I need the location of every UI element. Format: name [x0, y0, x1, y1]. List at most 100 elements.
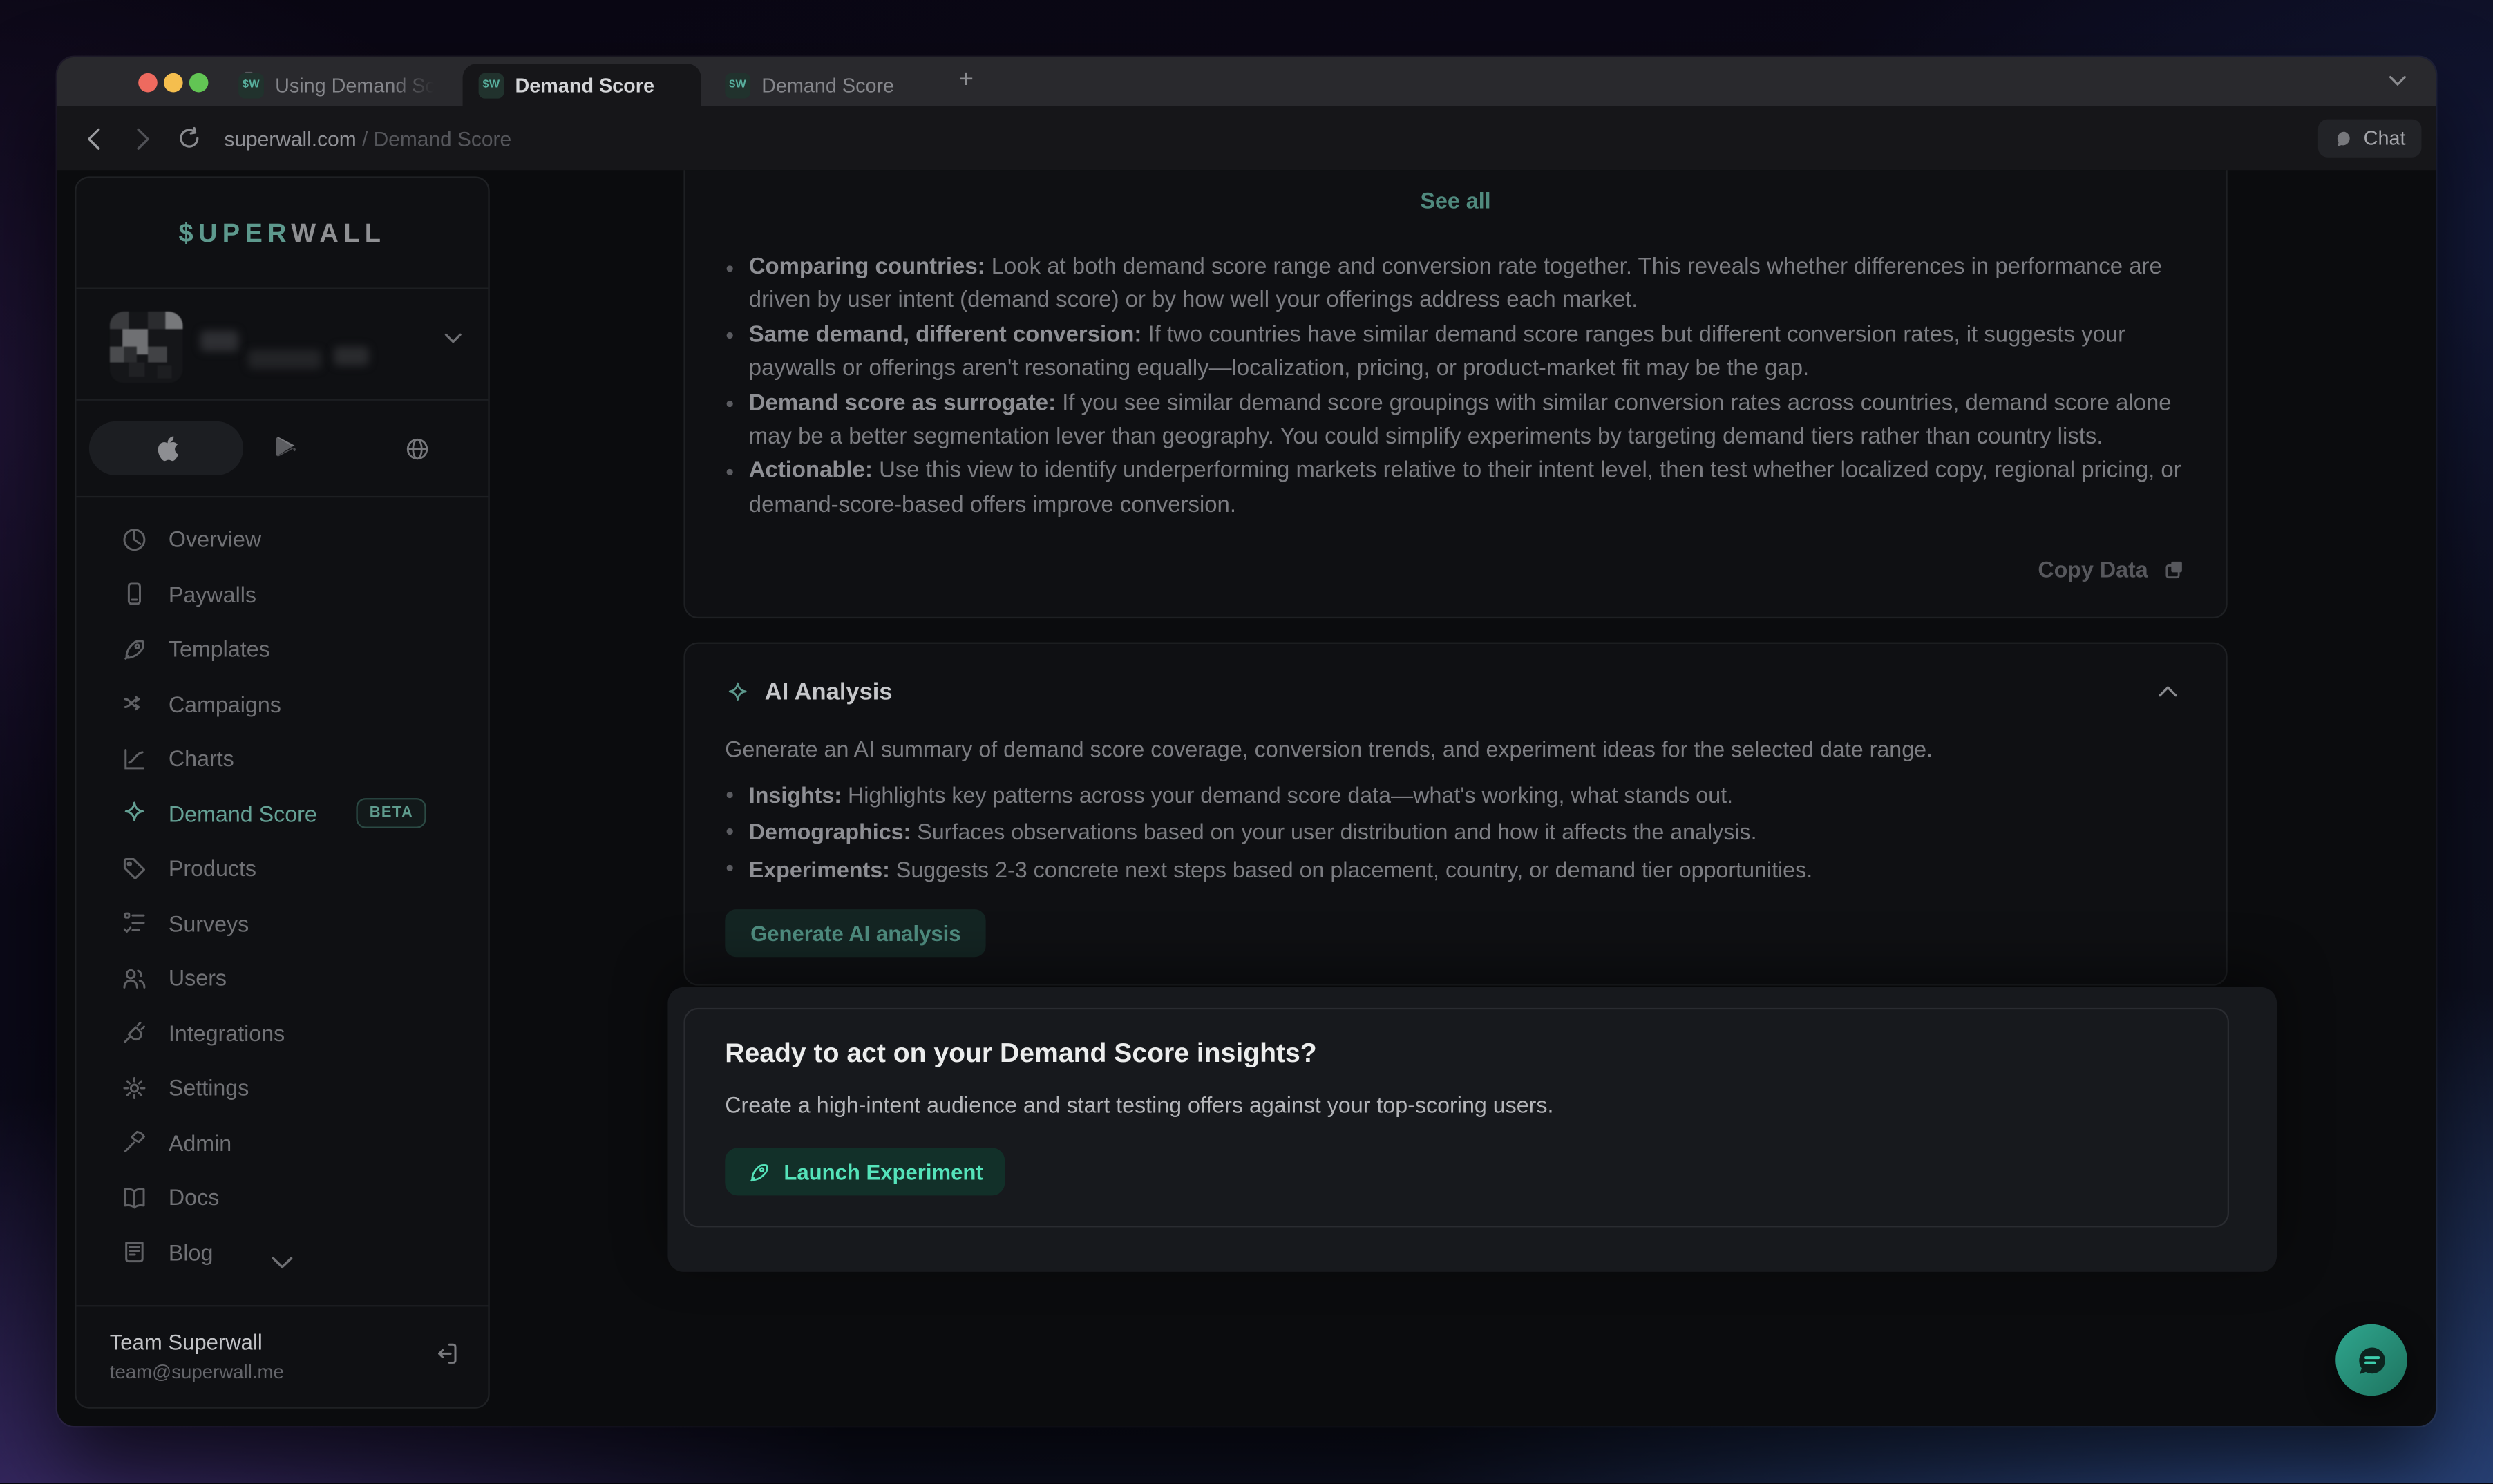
superwall-favicon: $W — [725, 73, 750, 98]
sidebar-item-label: Charts — [169, 746, 234, 772]
tab-using-demand-score[interactable]: $W Using Demand Score in — [222, 64, 450, 106]
logo-accent: $UPER — [179, 220, 292, 248]
cta-inner-card: Ready to act on your Demand Score insigh… — [683, 1008, 2229, 1228]
minimize-window-button[interactable] — [164, 73, 183, 92]
sidebar-item-campaigns[interactable]: Campaigns — [76, 676, 488, 731]
paywalls-icon — [121, 580, 148, 607]
hammer-icon — [121, 1129, 148, 1156]
checklist-icon — [121, 910, 148, 937]
url-bar[interactable]: superwall.com / Demand Score — [224, 126, 511, 151]
tab-title: Using Demand Score in — [275, 74, 434, 96]
chat-button[interactable]: Chat — [2317, 120, 2422, 158]
ai-item-lead: Experiments: — [749, 857, 890, 882]
copy-icon — [2162, 558, 2186, 582]
cta-sheet: Ready to act on your Demand Score insigh… — [667, 987, 2277, 1272]
browser-window: $W Using Demand Score in $W Demand Score… — [57, 57, 2436, 1426]
platform-web[interactable] — [390, 421, 444, 475]
beta-badge: BETA — [357, 799, 426, 829]
zoom-window-button[interactable] — [189, 73, 209, 92]
ai-item-text: Surfaces observations based on your user… — [911, 819, 1756, 845]
plug-icon — [121, 1020, 148, 1047]
forward-button[interactable] — [129, 124, 157, 152]
platform-android[interactable] — [258, 421, 312, 475]
desktop-wallpaper: $W Using Demand Score in $W Demand Score… — [0, 0, 2493, 1483]
copy-data-label: Copy Data — [2038, 556, 2148, 582]
collapse-chevron-icon[interactable] — [2157, 685, 2178, 698]
rocket-icon — [747, 1160, 771, 1184]
gear-icon — [121, 1074, 148, 1101]
launch-experiment-button[interactable]: Launch Experiment — [725, 1148, 1005, 1195]
url-path: / Demand Score — [357, 126, 511, 151]
apple-icon — [153, 434, 179, 462]
app-name-redacted — [334, 347, 369, 366]
sidebar-item-label: Paywalls — [169, 582, 256, 607]
list-item: Demand score as surrogate: If you see si… — [725, 388, 2186, 456]
sidebar-item-blog[interactable]: Blog — [76, 1225, 488, 1280]
sparkle-icon — [725, 680, 750, 705]
sidebar-item-label: Integrations — [169, 1020, 285, 1046]
insight-lead: Actionable: — [749, 459, 873, 484]
ai-analysis-header: AI Analysis — [725, 679, 892, 706]
sidebar-item-paywalls[interactable]: Paywalls — [76, 567, 488, 621]
sidebar-item-surveys[interactable]: Surveys — [76, 896, 488, 951]
sidebar-item-overview[interactable]: Overview — [76, 512, 488, 567]
list-item: Demographics: Surfaces observations base… — [725, 815, 2186, 852]
globe-icon — [403, 435, 430, 462]
insight-lead: Comparing countries: — [749, 254, 985, 280]
tab-strip: $W Using Demand Score in $W Demand Score… — [57, 57, 2436, 106]
play-store-icon — [273, 435, 297, 461]
tab-title: Demand Score — [761, 74, 894, 96]
sidebar-item-label: Products — [169, 856, 256, 882]
launch-experiment-label: Launch Experiment — [784, 1160, 983, 1184]
sidebar-item-settings[interactable]: Settings — [76, 1060, 488, 1115]
copy-data-button[interactable]: Copy Data — [2038, 556, 2186, 582]
see-all-link[interactable]: See all — [685, 188, 2226, 213]
sidebar-item-docs[interactable]: Docs — [76, 1170, 488, 1225]
sidebar-item-label: Overview — [169, 526, 261, 552]
sidebar-item-charts[interactable]: Charts — [76, 731, 488, 786]
refresh-icon[interactable] — [175, 124, 203, 152]
rocket-icon — [121, 636, 148, 663]
sidebar-item-integrations[interactable]: Integrations — [76, 1005, 488, 1060]
generate-ai-analysis-button[interactable]: Generate AI analysis — [725, 909, 986, 957]
account-email: team@superwall.me — [110, 1361, 284, 1383]
country-insights-card: See all Comparing countries: Look at bot… — [683, 170, 2227, 618]
campaigns-icon — [121, 690, 148, 717]
superwall-logo: $UPERWALL — [76, 220, 488, 250]
superwall-favicon: $W — [238, 73, 264, 98]
sidebar-item-users[interactable]: Users — [76, 951, 488, 1005]
tag-icon — [121, 855, 148, 882]
sidebar-scroll-chevron-icon[interactable] — [270, 1256, 294, 1271]
list-item: Actionable: Use this view to identify un… — [725, 455, 2186, 524]
browser-toolbar: superwall.com / Demand Score Chat — [57, 106, 2436, 170]
users-icon — [121, 964, 148, 991]
sidebar-item-templates[interactable]: Templates — [76, 622, 488, 676]
sign-out-icon[interactable] — [434, 1340, 461, 1367]
overview-icon — [121, 526, 148, 553]
ai-analysis-title: AI Analysis — [765, 679, 893, 706]
tab-demand-score-2[interactable]: $W Demand Score — [709, 64, 947, 106]
back-button[interactable] — [79, 124, 108, 152]
ai-item-lead: Insights: — [749, 782, 842, 808]
tab-overflow-chevron-icon[interactable] — [2388, 75, 2407, 87]
sidebar-item-admin[interactable]: Admin — [76, 1115, 488, 1170]
insight-lead: Demand score as surrogate: — [749, 390, 1056, 416]
account-name: Team Superwall — [110, 1331, 263, 1355]
sidebar-item-label: Admin — [169, 1130, 231, 1155]
support-chat-fab[interactable] — [2335, 1324, 2407, 1396]
sidebar-item-demand-score[interactable]: Demand Score BETA — [76, 786, 488, 841]
sidebar-item-label: Campaigns — [169, 691, 281, 716]
sidebar-nav: Overview Paywalls Templates Campaigns — [76, 512, 488, 1280]
sidebar-item-label: Settings — [169, 1075, 249, 1101]
tab-demand-score-active[interactable]: $W Demand Score — [463, 64, 701, 106]
ai-analysis-description: Generate an AI summary of demand score c… — [725, 736, 1933, 761]
new-tab-button[interactable]: + — [959, 67, 974, 95]
platform-ios-selected[interactable] — [89, 421, 243, 475]
sidebar-item-products[interactable]: Products — [76, 841, 488, 895]
ai-item-text: Highlights key patterns across your dema… — [842, 782, 1733, 808]
app-name-redacted — [248, 350, 321, 369]
insights-list: Comparing countries: Look at both demand… — [725, 251, 2186, 524]
sidebar-item-label: Templates — [169, 636, 270, 662]
close-window-button[interactable] — [138, 73, 158, 92]
chat-button-label: Chat — [2364, 127, 2406, 149]
